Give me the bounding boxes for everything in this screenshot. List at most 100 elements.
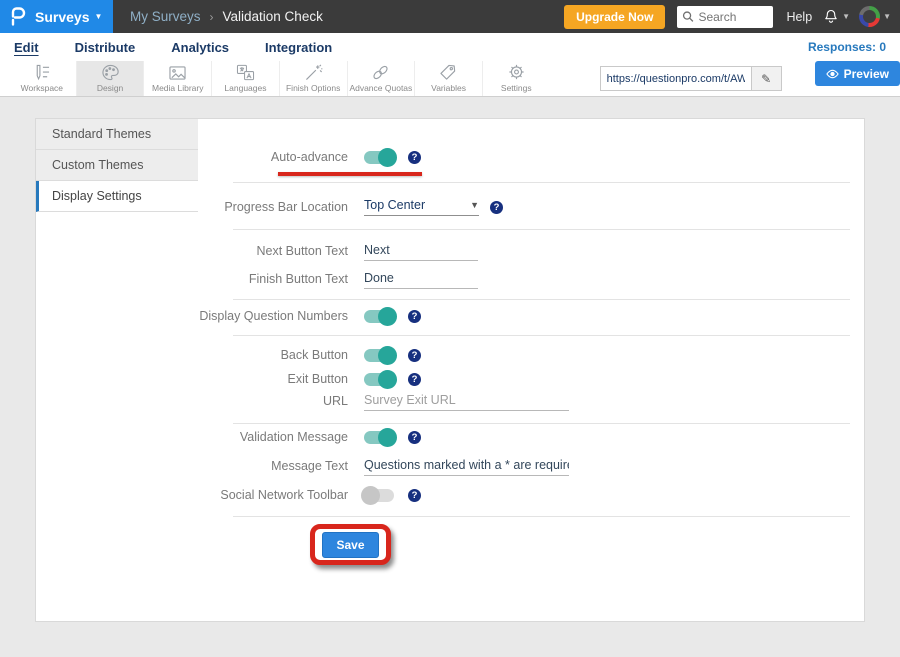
app-header: Surveys ▼ My Surveys › Validation Check … — [0, 0, 900, 33]
social-network-toolbar-toggle[interactable] — [364, 489, 394, 502]
divider — [233, 229, 850, 230]
toolbar-item-advance-quotas[interactable]: Advance Quotas — [347, 61, 415, 96]
finish-options-icon — [304, 64, 323, 81]
account-menu[interactable]: ▼ — [859, 6, 891, 27]
toolbar-item-variables[interactable]: Variables — [414, 61, 482, 96]
save-button[interactable]: Save — [322, 532, 378, 558]
help-link[interactable]: Help — [786, 10, 812, 24]
survey-url-input[interactable] — [600, 66, 752, 91]
toolbar-item-media-library[interactable]: Media Library — [143, 61, 211, 96]
section-tabs: Edit Distribute Analytics Integration Re… — [0, 33, 900, 61]
languages-icon — [236, 64, 255, 81]
chevron-down-icon: ▼ — [94, 12, 102, 21]
question-circle-icon[interactable]: ? — [408, 349, 421, 362]
breadcrumb-current: Validation Check — [223, 9, 323, 24]
preview-button[interactable]: Preview — [815, 61, 900, 86]
sidebar-item-display-settings[interactable]: Display Settings — [36, 181, 198, 212]
workspace-icon — [32, 64, 51, 81]
question-circle-icon[interactable]: ? — [408, 310, 421, 323]
toolbar-item-label: Variables — [431, 83, 466, 93]
exit-button-row: Exit Button ? — [198, 372, 864, 386]
question-circle-icon[interactable]: ? — [408, 431, 421, 444]
validation-message-label: Validation Message — [198, 430, 348, 444]
question-circle-icon[interactable]: ? — [408, 489, 421, 502]
red-annotation-underline — [278, 172, 422, 176]
toolbar-item-workspace[interactable]: Workspace — [8, 61, 76, 96]
toolbar-item-label: Workspace — [21, 83, 63, 93]
exit-url-input[interactable] — [364, 391, 569, 411]
questionpro-logo — [10, 7, 26, 26]
social-network-toolbar-label: Social Network Toolbar — [198, 488, 348, 502]
sidebar-item-standard-themes[interactable]: Standard Themes — [36, 119, 198, 150]
product-switcher[interactable]: Surveys ▼ — [0, 0, 113, 33]
back-button-label: Back Button — [198, 348, 348, 362]
toolbar-item-design[interactable]: Design — [76, 61, 144, 96]
chevron-down-icon: ▼ — [470, 200, 479, 210]
tab-analytics[interactable]: Analytics — [171, 40, 229, 55]
divider — [233, 299, 850, 300]
content-area: Standard Themes Custom Themes Display Se… — [0, 97, 900, 657]
sidebar-item-custom-themes[interactable]: Custom Themes — [36, 150, 198, 181]
divider — [233, 423, 850, 424]
search-input[interactable] — [698, 10, 768, 24]
toolbar-item-settings[interactable]: Settings — [482, 61, 550, 96]
edit-url-button[interactable]: ✎ — [752, 66, 782, 91]
select-value: Top Center — [364, 198, 425, 212]
message-text-row: Message Text — [198, 456, 864, 476]
display-settings-card: Standard Themes Custom Themes Display Se… — [35, 118, 865, 622]
bell-icon — [823, 8, 839, 25]
display-question-numbers-label: Display Question Numbers — [198, 309, 348, 323]
eye-icon — [826, 69, 839, 79]
edit-toolbar: Workspace Design Media Library Lang — [0, 61, 900, 97]
next-button-text-input[interactable] — [364, 241, 478, 261]
display-question-numbers-toggle[interactable] — [364, 310, 394, 323]
back-button-toggle[interactable] — [364, 349, 394, 362]
toolbar-item-label: Media Library — [152, 83, 204, 93]
global-search[interactable] — [677, 6, 773, 28]
preview-label: Preview — [844, 67, 889, 81]
red-annotation-box: Save — [310, 524, 391, 565]
breadcrumb: My Surveys › Validation Check — [130, 9, 323, 24]
toolbar-item-label: Advance Quotas — [349, 83, 412, 93]
auto-advance-toggle[interactable] — [364, 151, 394, 164]
progress-bar-location-row: Progress Bar Location Top Center ▼ ? — [198, 198, 864, 216]
display-settings-form: Auto-advance ? Progress Bar Location Top… — [198, 119, 864, 621]
chevron-down-icon: ▼ — [883, 12, 891, 21]
breadcrumb-parent[interactable]: My Surveys — [130, 9, 201, 24]
tab-edit[interactable]: Edit — [14, 40, 39, 55]
validation-message-row: Validation Message ? — [198, 430, 864, 444]
progress-bar-location-label: Progress Bar Location — [198, 200, 348, 214]
auto-advance-label: Auto-advance — [198, 150, 348, 164]
question-circle-icon[interactable]: ? — [408, 151, 421, 164]
exit-url-row: URL — [198, 391, 864, 411]
message-text-label: Message Text — [198, 459, 348, 473]
responses-count-link[interactable]: Responses: 0 — [808, 40, 886, 54]
media-library-icon — [168, 64, 187, 81]
message-text-input[interactable] — [364, 456, 569, 476]
finish-button-text-input[interactable] — [364, 269, 478, 289]
design-icon — [101, 64, 120, 81]
tab-distribute[interactable]: Distribute — [75, 40, 136, 55]
divider — [233, 182, 850, 183]
question-circle-icon[interactable]: ? — [490, 201, 503, 214]
progress-bar-location-select[interactable]: Top Center ▼ — [364, 198, 479, 216]
question-circle-icon[interactable]: ? — [408, 373, 421, 386]
tab-integration[interactable]: Integration — [265, 40, 332, 55]
toolbar-item-finish-options[interactable]: Finish Options — [279, 61, 347, 96]
breadcrumb-separator: › — [210, 10, 214, 24]
upgrade-now-button[interactable]: Upgrade Now — [564, 5, 665, 29]
chevron-down-icon: ▼ — [842, 12, 850, 21]
validation-message-toggle[interactable] — [364, 431, 394, 444]
survey-url-group: ✎ — [600, 61, 782, 96]
product-label: Surveys — [35, 9, 89, 25]
toolbar-item-languages[interactable]: Languages — [211, 61, 279, 96]
themes-sidebar: Standard Themes Custom Themes Display Se… — [36, 119, 198, 621]
search-icon — [682, 10, 694, 23]
divider — [233, 516, 850, 517]
exit-button-toggle[interactable] — [364, 373, 394, 386]
advance-quotas-icon — [371, 64, 390, 81]
social-network-toolbar-row: Social Network Toolbar ? — [198, 488, 864, 502]
finish-button-text-label: Finish Button Text — [198, 272, 348, 286]
notifications-menu[interactable]: ▼ — [823, 8, 850, 25]
user-avatar — [859, 6, 880, 27]
